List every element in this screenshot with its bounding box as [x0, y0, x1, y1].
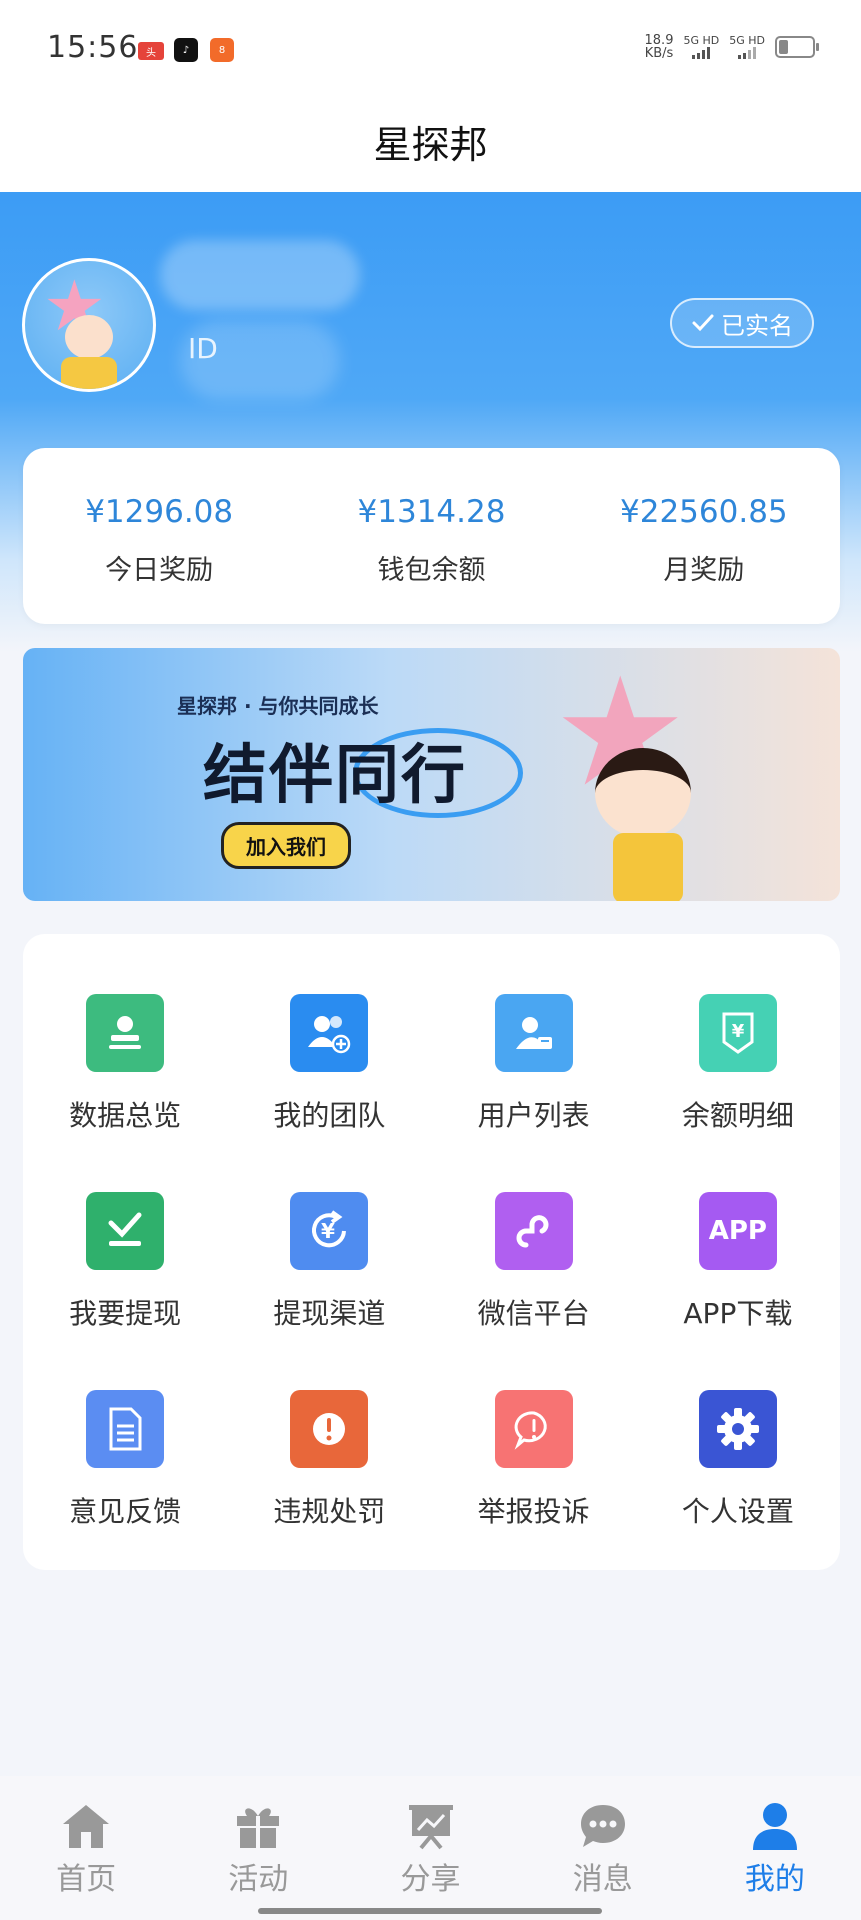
menu-user-list[interactable]: 用户列表	[432, 994, 636, 1134]
menu-balance-details[interactable]: ¥ 余额明细	[636, 994, 840, 1134]
tab-share[interactable]: 分享	[344, 1776, 516, 1920]
user-id-label: ID	[188, 332, 218, 365]
stat-label: 今日奖励	[105, 555, 214, 586]
network-speed: 18.9 KB/s	[644, 33, 674, 61]
stat-wallet-balance[interactable]: ¥1314.28 钱包余额	[295, 448, 567, 624]
menu-data-overview[interactable]: 数据总览	[23, 994, 227, 1134]
stat-monthly-reward[interactable]: ¥22560.85 月奖励	[568, 448, 840, 624]
menu-app-download[interactable]: APP APP下载	[636, 1192, 840, 1332]
banner-headline: 结伴同行	[203, 739, 467, 813]
yuan-badge-icon: ¥	[698, 994, 777, 1072]
menu-withdraw-channel[interactable]: ¥ 提现渠道	[227, 1192, 431, 1332]
promo-banner[interactable]: 星探邦 · 与你共同成长 结伴同行 加入我们 ★	[23, 648, 840, 901]
share-chart-icon	[404, 1800, 458, 1852]
tab-activity[interactable]: 活动	[172, 1776, 344, 1920]
person-icon	[748, 1800, 802, 1852]
gear-icon	[698, 1390, 777, 1468]
check-icon	[692, 314, 714, 332]
home-icon	[59, 1800, 113, 1852]
stat-value: ¥1314.28	[357, 494, 506, 530]
sim1-signal-icon: 5G HD	[683, 35, 719, 59]
status-time: 15:56	[47, 30, 139, 65]
menu-report-complaint[interactable]: 举报投诉	[432, 1390, 636, 1530]
menu-label: 我要提现	[69, 1297, 182, 1330]
menu-feedback[interactable]: 意见反馈	[23, 1390, 227, 1530]
title-bar: 星探邦	[0, 100, 861, 192]
menu-withdraw[interactable]: 我要提现	[23, 1192, 227, 1332]
user-card-icon	[494, 994, 573, 1072]
sim2-signal-icon: 5G HD	[729, 35, 765, 59]
verified-label: 已实名	[721, 311, 793, 340]
tab-label: 活动	[228, 1862, 289, 1897]
menu-label: 微信平台	[477, 1297, 590, 1330]
menu-grid: 数据总览 我的团队 用户列表 ¥ 余额明细 我要提现 ¥ 提现渠道 微信平台 A…	[23, 994, 840, 1530]
blurred-username	[160, 240, 360, 310]
gift-icon	[231, 1800, 285, 1852]
stamp-icon	[86, 994, 165, 1072]
tab-mine[interactable]: 我的	[689, 1776, 861, 1920]
menu-label: 用户列表	[477, 1099, 590, 1132]
team-icon	[290, 994, 369, 1072]
toutiao-app-icon: 头	[138, 42, 164, 60]
menu-personal-settings[interactable]: 个人设置	[636, 1390, 840, 1530]
avatar-face	[65, 315, 113, 359]
svg-text:¥: ¥	[732, 1021, 745, 1042]
status-bar: 15:56 头 ♪ 8 18.9 KB/s 5G HD 5G HD	[0, 0, 861, 100]
stat-today-reward[interactable]: ¥1296.08 今日奖励	[23, 448, 295, 624]
stat-label: 钱包余额	[377, 555, 486, 586]
menu-label: 数据总览	[69, 1099, 182, 1132]
tab-home[interactable]: 首页	[0, 1776, 172, 1920]
join-us-button[interactable]: 加入我们	[221, 822, 351, 869]
chat-icon	[576, 1800, 630, 1852]
yuan-refresh-icon: ¥	[290, 1192, 369, 1270]
banner-slogan: 星探邦 · 与你共同成长	[175, 690, 381, 719]
battery-icon	[775, 36, 819, 58]
menu-label: 提现渠道	[273, 1297, 386, 1330]
mascot-face	[595, 748, 691, 838]
menu-my-team[interactable]: 我的团队	[227, 994, 431, 1134]
app-notification-icon: 8	[210, 38, 234, 62]
tab-label: 消息	[572, 1862, 633, 1897]
menu-label: 我的团队	[273, 1099, 386, 1132]
feature-menu: 数据总览 我的团队 用户列表 ¥ 余额明细 我要提现 ¥ 提现渠道 微信平台 A…	[23, 934, 840, 1570]
menu-label: 举报投诉	[477, 1495, 590, 1528]
tab-label: 我的	[744, 1862, 805, 1897]
mascot-illustration: ★	[543, 658, 783, 901]
menu-label: 余额明细	[681, 1099, 794, 1132]
menu-label: 意见反馈	[69, 1495, 182, 1528]
stat-label: 月奖励	[663, 555, 745, 586]
menu-label: 违规处罚	[273, 1495, 386, 1528]
report-icon	[494, 1390, 573, 1468]
withdraw-check-icon	[86, 1192, 165, 1270]
stat-value: ¥22560.85	[620, 494, 788, 530]
svg-text:¥: ¥	[321, 1219, 335, 1243]
menu-wechat-platform[interactable]: 微信平台	[432, 1192, 636, 1332]
link-icon	[494, 1192, 573, 1270]
tab-label: 首页	[56, 1862, 117, 1897]
page-title: 星探邦	[373, 123, 488, 167]
tab-messages[interactable]: 消息	[517, 1776, 689, 1920]
menu-label: 个人设置	[681, 1495, 794, 1528]
menu-violation-penalty[interactable]: 违规处罚	[227, 1390, 431, 1530]
avatar-body	[61, 357, 117, 389]
bottom-tab-bar: 首页 活动 分享 消息 我的	[0, 1776, 861, 1920]
mascot-body	[613, 833, 683, 901]
menu-label: APP下载	[683, 1297, 793, 1330]
avatar[interactable]: ★	[22, 258, 156, 392]
verified-badge[interactable]: 已实名	[670, 298, 814, 348]
status-indicators: 18.9 KB/s 5G HD 5G HD	[644, 33, 819, 61]
home-indicator[interactable]	[258, 1908, 602, 1914]
document-icon	[86, 1390, 165, 1468]
warning-icon	[290, 1390, 369, 1468]
stat-value: ¥1296.08	[85, 494, 234, 530]
tab-label: 分享	[400, 1862, 461, 1897]
stats-card: ¥1296.08 今日奖励 ¥1314.28 钱包余额 ¥22560.85 月奖…	[23, 448, 840, 624]
douyin-app-icon: ♪	[174, 38, 198, 62]
app-icon: APP	[698, 1192, 777, 1270]
